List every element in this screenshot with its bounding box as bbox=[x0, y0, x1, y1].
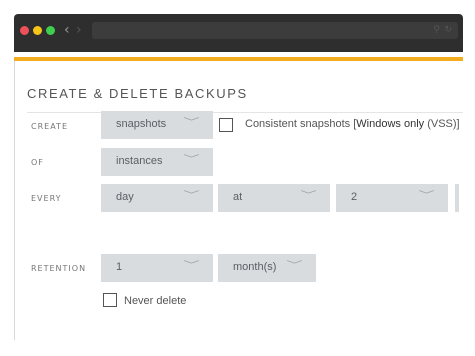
panel-border bbox=[14, 61, 15, 340]
back-icon[interactable]: ‹ bbox=[64, 22, 70, 38]
chevron-down-icon: ﹀ bbox=[183, 261, 200, 271]
retention-unit-value: month(s) bbox=[233, 261, 277, 273]
minimize-window-button[interactable] bbox=[33, 26, 42, 35]
retention-count-value: 1 bbox=[116, 261, 123, 273]
create-type-value: snapshots bbox=[116, 118, 167, 130]
refresh-icon[interactable]: ↻ bbox=[444, 25, 452, 35]
every-label: EVERY bbox=[31, 194, 62, 203]
retention-unit-select[interactable]: month(s) ﹀ bbox=[218, 254, 316, 282]
every-minute-select-partial[interactable] bbox=[455, 184, 459, 212]
maximize-window-button[interactable] bbox=[46, 26, 55, 35]
never-delete-checkbox[interactable] bbox=[103, 293, 117, 307]
create-type-select[interactable]: snapshots ﹀ bbox=[101, 111, 213, 139]
consistent-snapshots-checkbox[interactable] bbox=[219, 118, 233, 132]
every-hour-select[interactable]: 2 ﹀ bbox=[336, 184, 448, 212]
create-label: CREATE bbox=[31, 122, 68, 131]
page-title: CREATE & DELETE BACKUPS bbox=[27, 86, 248, 101]
browser-window: ‹ › ⚲ ↻ CREATE & DELETE BACKUPS CREATE s… bbox=[14, 14, 463, 340]
every-at-value: at bbox=[233, 191, 243, 203]
consistent-snapshots-label-prefix: Consistent snapshots [ bbox=[245, 118, 357, 130]
browser-titlebar: ‹ › ⚲ ↻ bbox=[14, 14, 463, 52]
consistent-snapshots-label-suffix: (VSS)] bbox=[424, 118, 460, 130]
chevron-down-icon: ﹀ bbox=[286, 261, 303, 271]
forward-icon[interactable]: › bbox=[76, 22, 82, 38]
of-label: OF bbox=[31, 158, 44, 167]
accent-bar bbox=[14, 57, 463, 61]
chevron-down-icon: ﹀ bbox=[183, 155, 200, 165]
never-delete-label: Never delete bbox=[124, 295, 187, 307]
address-bar[interactable]: ⚲ ↻ bbox=[92, 22, 458, 39]
of-resource-value: instances bbox=[116, 155, 163, 167]
every-period-select[interactable]: day ﹀ bbox=[101, 184, 213, 212]
retention-label: RETENTION bbox=[31, 264, 87, 273]
of-resource-select[interactable]: instances ﹀ bbox=[101, 148, 213, 176]
title-divider bbox=[27, 112, 463, 113]
chevron-down-icon: ﹀ bbox=[183, 118, 200, 128]
close-window-button[interactable] bbox=[20, 26, 29, 35]
chevron-down-icon: ﹀ bbox=[418, 191, 435, 201]
chevron-down-icon: ﹀ bbox=[300, 191, 317, 201]
retention-count-select[interactable]: 1 ﹀ bbox=[101, 254, 213, 282]
every-hour-value: 2 bbox=[351, 191, 358, 203]
consistent-snapshots-label: Consistent snapshots [Windows only (VSS)… bbox=[245, 118, 460, 130]
every-period-value: day bbox=[116, 191, 134, 203]
chevron-down-icon: ﹀ bbox=[183, 191, 200, 201]
search-icon: ⚲ bbox=[433, 25, 440, 35]
consistent-snapshots-label-highlight: Windows only bbox=[356, 118, 425, 130]
every-at-select[interactable]: at ﹀ bbox=[218, 184, 330, 212]
